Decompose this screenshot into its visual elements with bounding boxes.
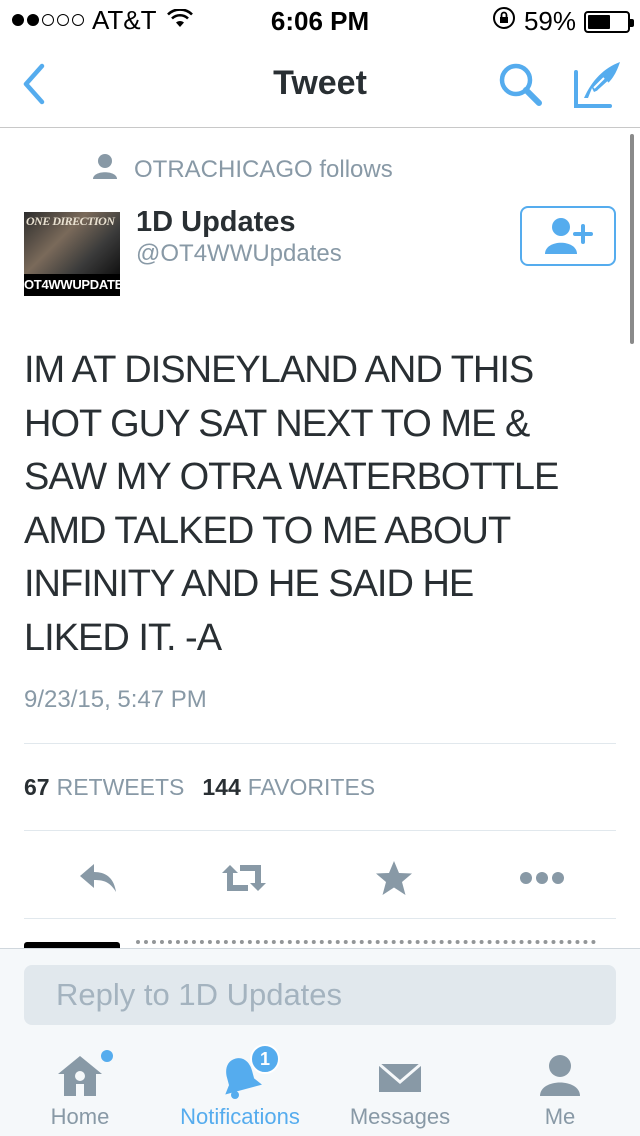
reply-icon [80, 864, 116, 892]
home-icon [58, 1056, 102, 1096]
retweet-button[interactable] [220, 856, 268, 900]
tab-me[interactable]: Me [480, 1038, 640, 1136]
ellipsis-icon [520, 872, 564, 884]
tab-home-label: Home [50, 1104, 110, 1129]
retweets-label: RETWEETS [56, 774, 185, 800]
tab-me-label: Me [544, 1104, 576, 1129]
compose-tweet-button[interactable] [570, 58, 624, 112]
person-icon [540, 1055, 580, 1096]
battery-percent: 59% [523, 6, 576, 36]
tweet-stats: 67 RETWEETS 144 FAVORITES [24, 774, 375, 801]
retweets-stat[interactable]: 67 RETWEETS [24, 774, 184, 801]
status-bar: AT&T 6:06 PM 59% [0, 0, 640, 40]
next-tweet-preview[interactable] [0, 920, 640, 950]
divider [24, 743, 616, 744]
avatar-caption: OT4WWUPDATES [24, 274, 120, 296]
battery-icon [584, 10, 634, 33]
tweet-actions [0, 852, 640, 902]
divider [24, 918, 616, 919]
reply-input[interactable]: Reply to 1D Updates [24, 965, 616, 1025]
user-handle[interactable]: @OT4WWUpdates [136, 240, 342, 268]
star-icon [376, 861, 412, 895]
quill-icon [574, 62, 620, 108]
envelope-icon [378, 1062, 422, 1092]
tweet-text: IM AT DISNEYLAND AND THIS HOT GUY SAT NE… [24, 349, 559, 659]
retweets-count: 67 [24, 774, 50, 800]
retweet-icon [222, 865, 266, 891]
divider [24, 830, 616, 831]
notifications-badge: 1 [250, 1044, 280, 1074]
rotation-lock-icon [492, 6, 516, 37]
follow-button[interactable] [520, 206, 616, 266]
tab-notifications-label: Notifications [180, 1104, 300, 1129]
search-button[interactable] [496, 60, 546, 110]
reply-bar: Reply to 1D Updates [0, 948, 640, 1038]
search-icon [499, 63, 542, 106]
scrollbar[interactable] [630, 134, 634, 344]
user-name[interactable]: 1D Updates [136, 206, 296, 239]
tab-bar: Home Notifications Messages Me [0, 1038, 640, 1136]
avatar-logo-text: ONE DIRECTION [26, 214, 115, 228]
status-right: 59% [492, 6, 634, 37]
tab-messages-label: Messages [349, 1104, 451, 1129]
reply-button[interactable] [74, 856, 122, 900]
social-context-text: OTRACHICAGO follows [134, 155, 393, 183]
favorites-label: FAVORITES [247, 774, 376, 800]
tab-home[interactable]: Home [0, 1038, 160, 1136]
favorites-count: 144 [202, 774, 241, 800]
more-options-button[interactable] [518, 856, 566, 900]
nav-bar: Tweet [0, 40, 640, 128]
home-new-tweets-dot [101, 1050, 113, 1062]
add-user-icon [545, 218, 593, 254]
avatar[interactable]: ONE DIRECTION OT4WWUPDATES [24, 212, 120, 296]
tab-notifications[interactable]: Notifications [160, 1038, 320, 1136]
tweet-timestamp: 9/23/15, 5:47 PM [24, 686, 207, 713]
favorites-stat[interactable]: 144 FAVORITES [202, 774, 375, 801]
tab-messages[interactable]: Messages [320, 1038, 480, 1136]
favorite-button[interactable] [370, 856, 418, 900]
social-context: OTRACHICAGO follows [92, 152, 393, 187]
person-icon [92, 152, 118, 187]
